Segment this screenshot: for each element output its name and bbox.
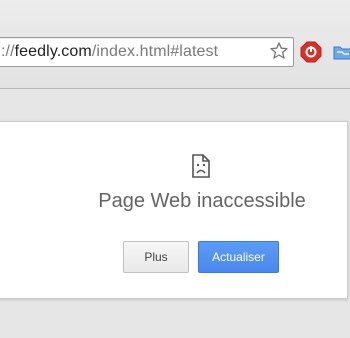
browser-toolbar: ://feedly.com/index.html#latest [0, 0, 350, 89]
reload-button[interactable]: Actualiser [198, 241, 279, 273]
address-bar[interactable]: ://feedly.com/index.html#latest [0, 37, 294, 67]
url-prefix: :// [1, 43, 15, 60]
url-path: /index.html#latest [91, 43, 219, 60]
url-text[interactable]: ://feedly.com/index.html#latest [1, 43, 218, 61]
sad-page-icon [192, 154, 210, 178]
folder-extension-icon[interactable] [333, 43, 350, 61]
more-button[interactable]: Plus [123, 241, 189, 273]
url-host: feedly.com [14, 43, 92, 60]
stop-extension-icon[interactable] [300, 41, 322, 63]
error-title: Page Web inaccessible [98, 190, 306, 212]
bookmark-star-icon[interactable] [269, 41, 289, 61]
